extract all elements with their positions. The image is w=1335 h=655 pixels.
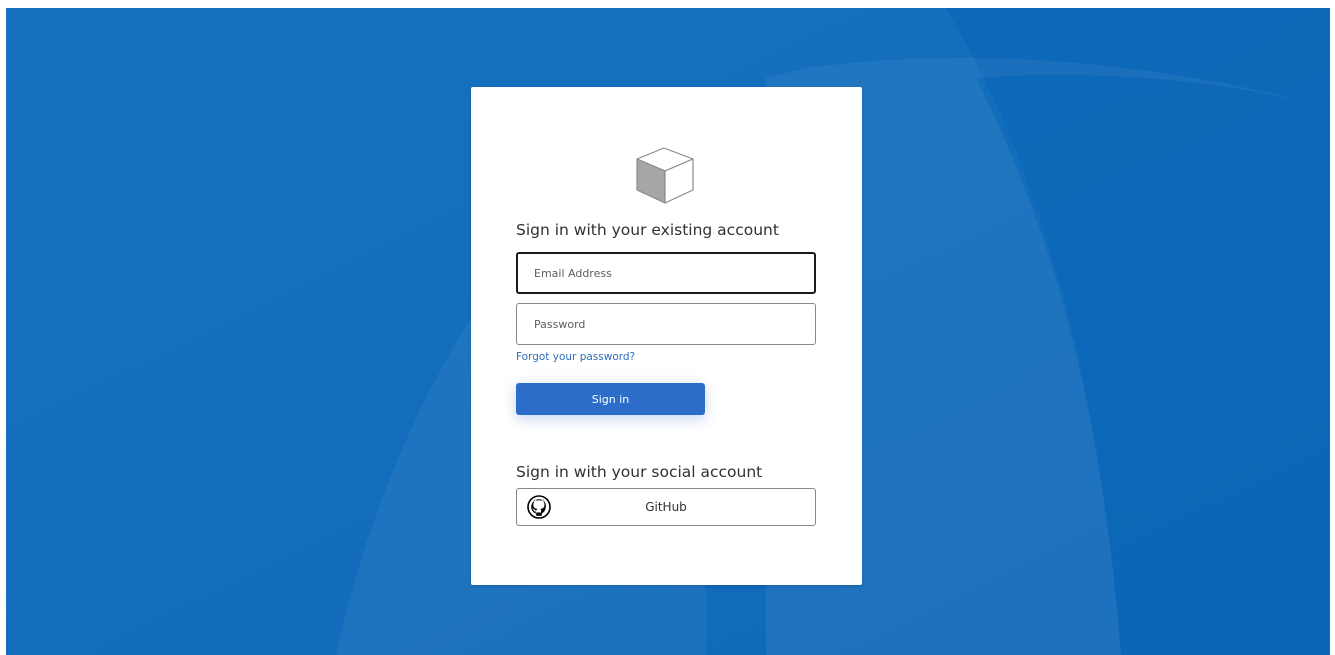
email-field-container: [516, 252, 816, 294]
email-input[interactable]: [518, 254, 814, 292]
social-account-heading: Sign in with your social account: [516, 463, 763, 481]
cube-icon: [636, 147, 694, 204]
github-button-label: GitHub: [645, 500, 687, 514]
sign-in-button[interactable]: Sign in: [516, 383, 705, 415]
signin-card: Sign in with your existing account Forgo…: [471, 87, 862, 585]
forgot-password-link[interactable]: Forgot your password?: [516, 351, 635, 363]
password-input[interactable]: [517, 304, 815, 344]
local-account-heading: Sign in with your existing account: [516, 221, 779, 239]
login-page: Sign in with your existing account Forgo…: [6, 8, 1330, 655]
github-signin-button[interactable]: GitHub: [516, 488, 816, 526]
password-field-container: [516, 303, 816, 345]
